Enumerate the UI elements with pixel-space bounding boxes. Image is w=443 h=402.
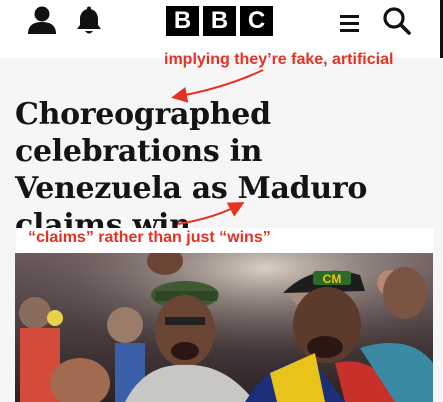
hat-text: CM xyxy=(323,272,342,286)
annotation-mid: “claims” rather than just “wins” xyxy=(28,229,271,246)
user-icon[interactable] xyxy=(26,5,58,35)
logo-letter-3: C xyxy=(240,6,273,36)
annotation-top: implying they’re fake, artificial xyxy=(164,51,394,68)
logo-letter-1: B xyxy=(166,6,199,36)
bbc-logo[interactable]: B B C xyxy=(166,6,273,36)
logo-letter-2: B xyxy=(203,6,236,36)
site-header: B B C xyxy=(0,0,443,58)
menu-icon[interactable] xyxy=(337,12,363,34)
article-photo[interactable]: CM xyxy=(15,253,433,402)
article-headline: Choreographed celebrations in Venezuela … xyxy=(15,97,368,243)
search-icon[interactable] xyxy=(382,6,412,36)
bell-icon[interactable] xyxy=(75,6,103,36)
arrow-top xyxy=(171,69,264,103)
